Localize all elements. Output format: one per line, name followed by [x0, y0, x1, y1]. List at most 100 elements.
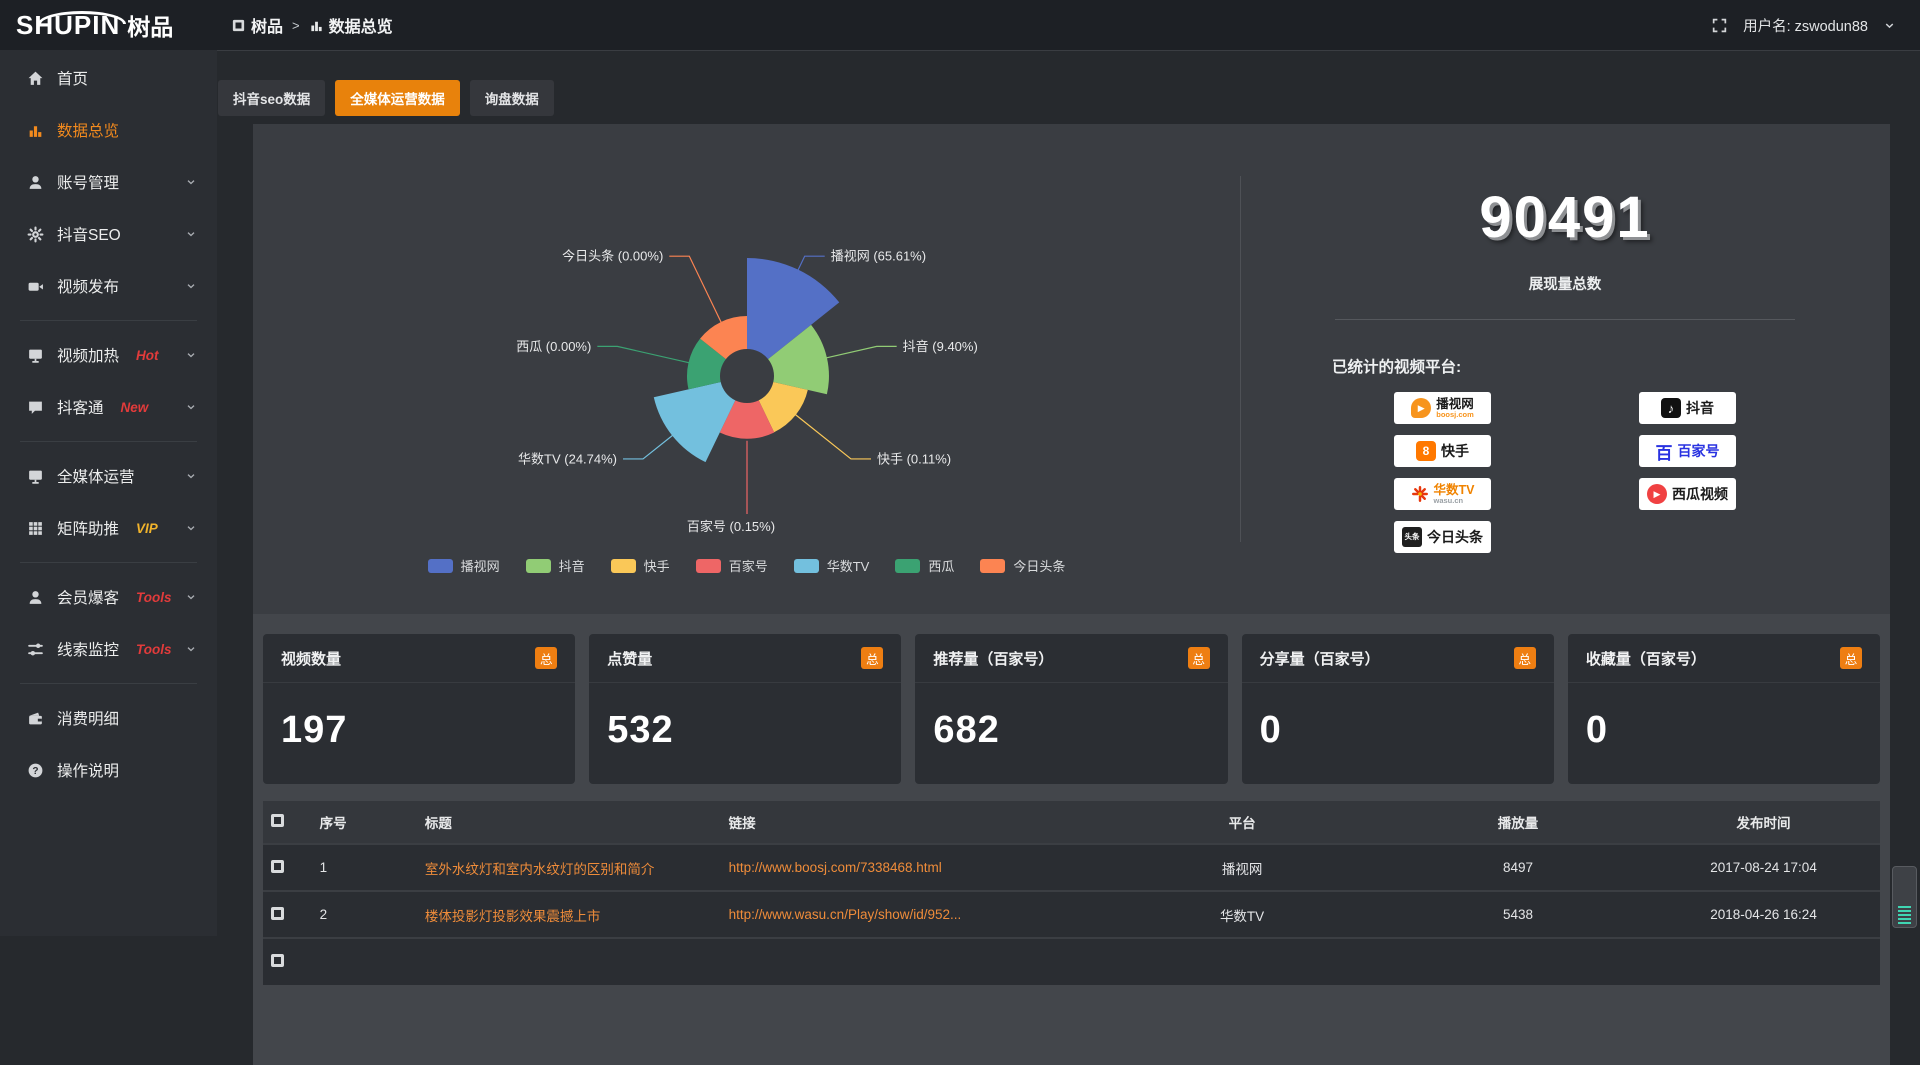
row-checkbox[interactable] — [271, 954, 284, 967]
total-badge[interactable]: 总 — [1840, 647, 1862, 669]
stat-card-favorites: 收藏量（百家号）总 0 — [1568, 634, 1880, 784]
sidebar-item-accounts[interactable]: 账号管理 — [0, 156, 217, 208]
total-impressions-value: 90491 — [1240, 184, 1890, 251]
legend-item-快手[interactable]: 快手 — [611, 556, 670, 575]
cell-url-link[interactable]: http://www.boosj.com/7338468.html — [721, 844, 1096, 891]
gear-icon — [26, 226, 44, 243]
cell-url-link[interactable]: http://www.wasu.cn/Play/show/id/952... — [721, 891, 1096, 938]
platforms-grid: ▶ 播视网boosj.com ♪ 抖音 8 快手 百 百家号 — [1240, 392, 1890, 553]
sidebar-divider — [20, 320, 197, 321]
platform-badge-toutiao[interactable]: 头条 今日头条 — [1394, 521, 1491, 553]
baijiahao-logo-icon: 百 — [1656, 439, 1673, 464]
pie-slice-华数TV[interactable] — [653, 382, 735, 462]
monitor-icon — [26, 468, 44, 485]
total-badge[interactable]: 总 — [1514, 647, 1536, 669]
rose-chart-area: 播视网 (65.61%)抖音 (9.40%)快手 (0.11%)百家号 (0.1… — [253, 124, 1240, 614]
legend-swatch — [794, 559, 819, 573]
chart-legend: 播视网 抖音 快手 百家号 华数TV 西瓜 今日头条 — [428, 556, 1066, 575]
breadcrumb-current[interactable]: 数据总览 — [309, 13, 393, 37]
cell-url-link[interactable] — [721, 938, 1096, 985]
cell-time: 2018-04-26 16:24 — [1647, 891, 1880, 938]
cell-title-link[interactable]: 室外水纹灯和室内水纹灯的区别和简介 — [417, 844, 721, 891]
select-all-checkbox[interactable] — [271, 814, 284, 827]
stat-card-label: 收藏量（百家号） — [1586, 648, 1706, 669]
legend-item-百家号[interactable]: 百家号 — [696, 556, 768, 575]
stat-card-label: 推荐量（百家号） — [933, 648, 1053, 669]
sidebar-item-video-publish[interactable]: 视频发布 — [0, 260, 217, 312]
sidebar-item-doketong[interactable]: 抖客通 New — [0, 381, 217, 433]
sidebar-item-video-heat[interactable]: 视频加热 Hot — [0, 329, 217, 381]
sliders-icon — [26, 641, 44, 658]
sidebar-item-data-overview[interactable]: 数据总览 — [0, 104, 217, 156]
sidebar-item-home[interactable]: 首页 — [0, 52, 217, 104]
platform-share-rose-chart[interactable]: 播视网 (65.61%)抖音 (9.40%)快手 (0.11%)百家号 (0.1… — [397, 184, 1097, 552]
pie-label-快手: 快手 (0.11%) — [876, 451, 950, 466]
pie-leader-line — [597, 346, 690, 363]
legend-label: 百家号 — [729, 556, 768, 575]
cell-title-link[interactable]: 楼体投影灯投影效果震撼上市 — [417, 891, 721, 938]
platform-badge-xigua[interactable]: ▶ 西瓜视频 — [1639, 478, 1736, 510]
sidebar-item-omni-media[interactable]: 全媒体运营 — [0, 450, 217, 502]
sidebar: 首页 数据总览 账号管理 抖音SEO 视频发布 视频加热 Hot 抖客通 New… — [0, 50, 217, 936]
col-header-no: 序号 — [312, 801, 417, 844]
cell-no — [312, 938, 417, 985]
platform-name: 华数TV — [1434, 484, 1475, 497]
stat-card-recommends: 推荐量（百家号）总 682 — [915, 634, 1227, 784]
platform-name: 抖音 — [1686, 398, 1714, 418]
bar-chart-icon — [309, 18, 324, 33]
chevron-down-icon[interactable] — [1883, 19, 1896, 32]
sidebar-item-label: 会员爆客 — [57, 586, 119, 608]
chevron-down-icon — [185, 349, 197, 361]
chevron-down-icon — [185, 591, 197, 603]
total-badge[interactable]: 总 — [1188, 647, 1210, 669]
sidebar-item-label: 抖音SEO — [57, 223, 121, 245]
hot-badge: Hot — [136, 348, 159, 363]
total-badge[interactable]: 总 — [861, 647, 883, 669]
fullscreen-icon[interactable] — [1711, 17, 1728, 34]
cell-platform: 华数TV — [1095, 891, 1389, 938]
platform-badge-baijiahao[interactable]: 百 百家号 — [1639, 435, 1736, 467]
app-logo: SHUPIN 树品 — [0, 8, 217, 42]
row-checkbox[interactable] — [271, 860, 284, 873]
tab-omni-media-data[interactable]: 全媒体运营数据 — [335, 80, 460, 116]
legend-item-西瓜[interactable]: 西瓜 — [895, 556, 954, 575]
monitor-icon — [26, 347, 44, 364]
pie-label-西瓜: 西瓜 (0.00%) — [516, 339, 591, 354]
widget-bar — [1898, 918, 1911, 920]
cell-no: 2 — [312, 891, 417, 938]
sidebar-item-label: 矩阵助推 — [57, 517, 119, 539]
row-checkbox[interactable] — [271, 907, 284, 920]
username-label[interactable]: 用户名: zswodun88 — [1743, 15, 1868, 36]
platform-badge-boosj[interactable]: ▶ 播视网boosj.com — [1394, 392, 1491, 424]
platform-badge-kuaishou[interactable]: 8 快手 — [1394, 435, 1491, 467]
sidebar-item-spending-detail[interactable]: 消费明细 — [0, 692, 217, 744]
stat-card-shares: 分享量（百家号）总 0 — [1242, 634, 1554, 784]
total-badge[interactable]: 总 — [535, 647, 557, 669]
sidebar-item-member-baoke[interactable]: 会员爆客 Tools — [0, 571, 217, 623]
floating-widget[interactable] — [1892, 866, 1917, 928]
platforms-list-label: 已统计的视频平台: — [1332, 355, 1890, 377]
cell-platform — [1095, 938, 1389, 985]
video-camera-icon — [26, 278, 44, 295]
platform-badge-wasu[interactable]: 华数TVwasu.cn — [1394, 478, 1491, 510]
svg-text:?: ? — [32, 765, 38, 776]
legend-item-抖音[interactable]: 抖音 — [526, 556, 585, 575]
logo-text-cn: 树品 — [127, 8, 173, 42]
platform-badge-douyin[interactable]: ♪ 抖音 — [1639, 392, 1736, 424]
sidebar-item-help[interactable]: ? 操作说明 — [0, 744, 217, 796]
stat-cards-row: 视频数量总 197 点赞量总 532 推荐量（百家号）总 682 分享量（百家号… — [263, 634, 1880, 784]
cell-title-link[interactable] — [417, 938, 721, 985]
chevron-down-icon — [185, 401, 197, 413]
legend-swatch — [428, 559, 453, 573]
legend-item-播视网[interactable]: 播视网 — [428, 556, 500, 575]
tab-douyin-seo-data[interactable]: 抖音seo数据 — [218, 80, 325, 116]
legend-item-今日头条[interactable]: 今日头条 — [980, 556, 1065, 575]
home-icon — [26, 70, 44, 87]
sidebar-item-matrix-boost[interactable]: 矩阵助推 VIP — [0, 502, 217, 554]
tab-inquiry-data[interactable]: 询盘数据 — [470, 80, 554, 116]
legend-item-华数TV[interactable]: 华数TV — [794, 556, 870, 575]
sidebar-item-douyin-seo[interactable]: 抖音SEO — [0, 208, 217, 260]
breadcrumb-root[interactable]: 树品 — [231, 13, 283, 37]
grid-icon — [26, 520, 44, 537]
sidebar-item-lead-monitor[interactable]: 线索监控 Tools — [0, 623, 217, 675]
